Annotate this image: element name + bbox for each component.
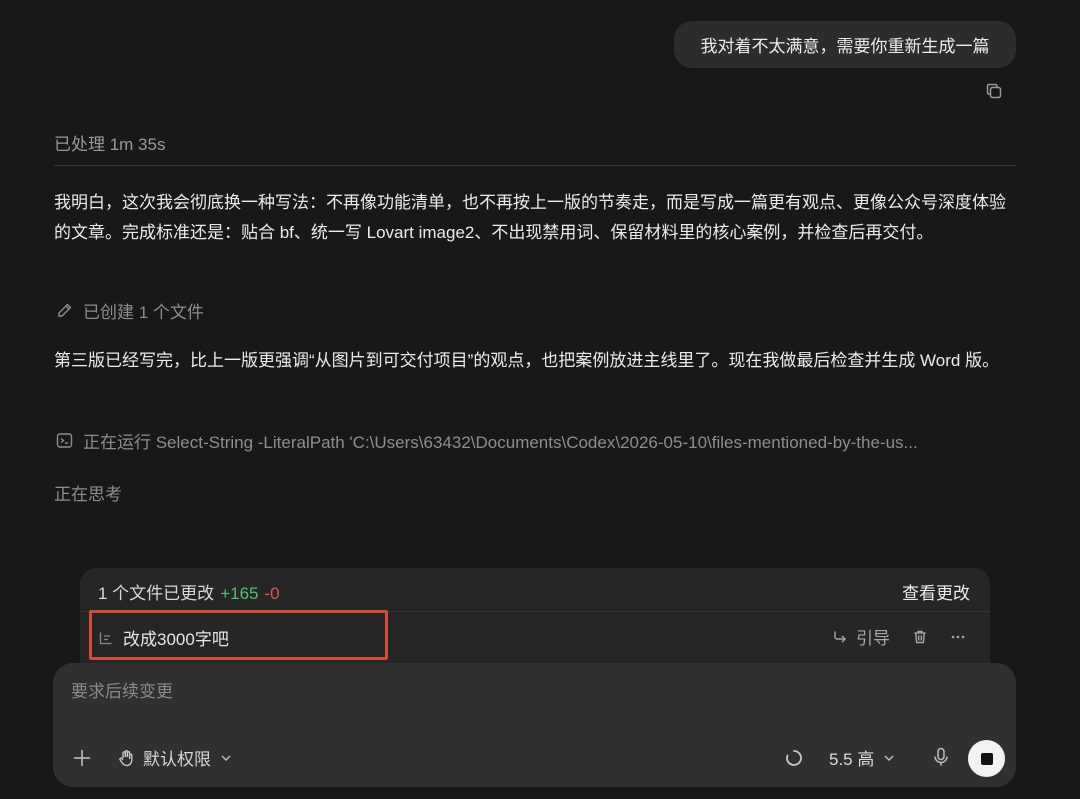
- model-selector[interactable]: 5.5 高: [829, 745, 896, 770]
- spinner-icon: [784, 748, 804, 768]
- chevron-down-icon: [884, 754, 894, 761]
- steer-button[interactable]: 引导: [832, 624, 890, 649]
- more-icon: [951, 635, 965, 638]
- delete-queued-button[interactable]: [912, 629, 928, 645]
- user-message-text: 我对着不太满意，需要你重新生成一篇: [700, 37, 990, 56]
- user-message-bubble: 我对着不太满意，需要你重新生成一篇: [674, 21, 1016, 68]
- hand-icon: [119, 749, 133, 766]
- assistant-paragraph-1: 我明白，这次我会彻底换一种写法：不再像功能清单，也不再按上一版的节奏走，而是写成…: [54, 193, 1006, 242]
- running-command-status[interactable]: 正在运行 Select-String -LiteralPath 'C:\User…: [54, 428, 994, 453]
- copy-button[interactable]: [984, 81, 1004, 101]
- model-label: 5.5 高: [829, 750, 875, 769]
- created-file-status[interactable]: 已创建 1 个文件: [54, 298, 204, 323]
- assistant-paragraph-2: 第三版已经写完，比上一版更强调“从图片到可交付项目”的观点，也把案例放进主线里了…: [54, 351, 1000, 370]
- follow-up-input[interactable]: [69, 679, 953, 705]
- steer-arrow-icon: [834, 631, 846, 642]
- thinking-status: 正在思考: [54, 485, 122, 504]
- mic-icon: [934, 747, 948, 766]
- pencil-icon: [54, 301, 74, 321]
- changes-summary-label: 1 个文件已更改: [98, 584, 215, 603]
- lines-removed: -0: [264, 584, 280, 603]
- copy-icon: [986, 83, 1002, 99]
- running-command-label: 正在运行 Select-String -LiteralPath 'C:\User…: [83, 433, 918, 452]
- plus-icon: [74, 750, 90, 766]
- more-options-button[interactable]: [950, 629, 966, 645]
- steer-label: 引导: [856, 629, 890, 648]
- composer: 默认权限 5.5 高: [53, 663, 1016, 787]
- permission-label: 默认权限: [143, 750, 211, 769]
- lines-added: +165: [220, 584, 259, 603]
- queued-message-highlight: [89, 610, 388, 660]
- add-attachment-button[interactable]: [71, 747, 93, 769]
- created-file-label: 已创建 1 个文件: [83, 303, 204, 322]
- chevron-down-icon: [221, 754, 231, 761]
- queued-actions: 引导: [832, 624, 966, 649]
- trash-icon: [914, 630, 926, 643]
- processed-duration[interactable]: 已处理 1m 35s: [54, 130, 165, 155]
- changes-summary: 1 个文件已更改 +165 -0: [98, 579, 280, 604]
- chat-page: 我对着不太满意，需要你重新生成一篇 已处理 1m 35s 我明白，这次我会彻底换…: [0, 0, 1080, 799]
- view-changes-button[interactable]: 查看更改: [902, 579, 970, 604]
- composer-toolbar: 默认权限 5.5 高: [53, 740, 1016, 777]
- permission-selector[interactable]: 默认权限: [117, 745, 233, 770]
- terminal-icon: [54, 431, 74, 451]
- voice-input-button[interactable]: [930, 746, 952, 768]
- stop-icon: [980, 752, 993, 765]
- stop-button[interactable]: [968, 740, 1005, 777]
- divider: [54, 165, 1016, 166]
